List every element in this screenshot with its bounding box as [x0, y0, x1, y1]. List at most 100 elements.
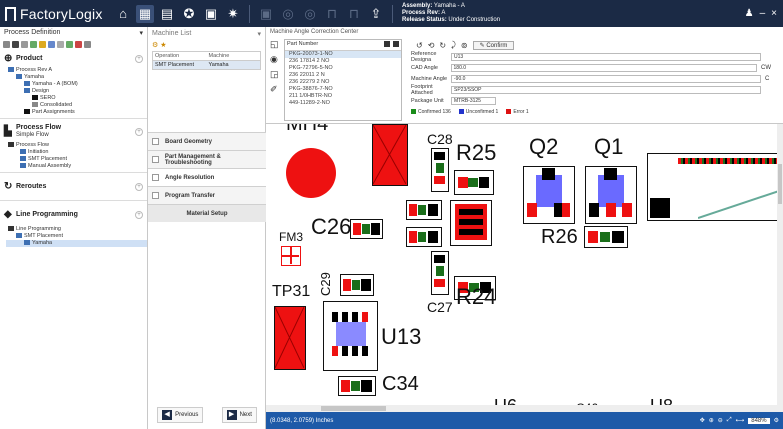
next-button[interactable]: ▶ Next: [221, 407, 257, 423]
part-number-list[interactable]: Part Number PKG-20073-1-NO 236 17814 2 N…: [284, 39, 402, 121]
pin-tool-icon[interactable]: ✐: [270, 84, 282, 95]
flip-icon[interactable]: ⤸: [451, 40, 456, 50]
rotate-cw-icon[interactable]: ↻: [439, 41, 446, 50]
link-icon[interactable]: [57, 41, 64, 48]
save-icon[interactable]: ▣: [257, 5, 275, 23]
list-item[interactable]: 236 17814 2 NO: [285, 58, 401, 65]
measure-icon[interactable]: ⟷: [736, 417, 745, 424]
select-icon[interactable]: ◱: [270, 39, 282, 50]
previous-button[interactable]: ◀ Previous: [157, 407, 204, 423]
check-icon[interactable]: [30, 41, 37, 48]
r26-component[interactable]: [584, 226, 628, 248]
step-part-management[interactable]: Part Management & Troubleshooting: [148, 150, 266, 168]
board-canvas[interactable]: MH4 C28 R25 Q2 Q1 C26 R26 FM3 C27 R24 C2…: [266, 124, 783, 412]
tree-item[interactable]: Process Rev A: [6, 67, 147, 74]
close-icon[interactable]: ×: [771, 8, 777, 19]
document-icon[interactable]: ▤: [158, 5, 176, 23]
package-unit-field[interactable]: MTRB-3125: [451, 96, 496, 105]
step-checkbox[interactable]: [152, 138, 159, 145]
report-icon[interactable]: ▣: [202, 5, 220, 23]
add-icon[interactable]: [12, 41, 19, 48]
zoom-out-icon[interactable]: ⊖: [718, 417, 723, 424]
settings-icon[interactable]: [84, 41, 91, 48]
c27-component[interactable]: [431, 251, 449, 295]
mh4-pad[interactable]: [286, 148, 336, 198]
record-icon[interactable]: ◎: [301, 5, 319, 23]
c28-component[interactable]: [431, 148, 449, 192]
pan-icon[interactable]: ✥: [700, 417, 705, 424]
pin-icon[interactable]: ▾: [139, 29, 143, 37]
tree-item[interactable]: Manual Assembly: [6, 163, 147, 170]
line-programming-section[interactable]: ◆ Line Programming +: [0, 203, 147, 226]
horizontal-scrollbar[interactable]: [266, 405, 783, 412]
list-item[interactable]: PKG-38876-7-NO: [285, 86, 401, 93]
step-material-setup[interactable]: Material Setup: [148, 204, 266, 222]
connector-component[interactable]: [647, 153, 783, 221]
remove-icon[interactable]: [21, 41, 28, 48]
tree-item[interactable]: Yamaha - A (BOM): [6, 81, 147, 88]
resistor-array-component[interactable]: [450, 200, 492, 246]
gear-icon[interactable]: ✷: [224, 5, 242, 23]
minimize-icon[interactable]: –: [760, 8, 766, 19]
capacitor-component[interactable]: [406, 200, 442, 220]
confirm-button[interactable]: ✎ Confirm: [472, 40, 515, 50]
list-item[interactable]: 236 22011 2 N: [285, 72, 401, 79]
c29-component[interactable]: [340, 274, 374, 296]
fm3-fiducial[interactable]: [281, 246, 301, 266]
star-icon[interactable]: ★: [160, 42, 166, 49]
component-x-top[interactable]: [372, 124, 408, 186]
reroutes-section[interactable]: ↻ Reroutes +: [0, 175, 147, 198]
refresh-icon[interactable]: [3, 41, 10, 48]
rotate-180-icon[interactable]: ⟲: [428, 41, 435, 50]
q2-component[interactable]: [523, 166, 575, 224]
warning-icon[interactable]: [39, 41, 46, 48]
lock-icon[interactable]: ⊓: [323, 5, 341, 23]
list-item[interactable]: 236 22279 2 NO: [285, 79, 401, 86]
target-icon[interactable]: ◉: [270, 54, 282, 65]
upload-icon[interactable]: ⇪: [367, 5, 385, 23]
step-angle-resolution[interactable]: Angle Resolution: [148, 168, 266, 186]
reference-designator-field[interactable]: U13: [451, 52, 761, 61]
vertical-scrollbar[interactable]: [777, 124, 783, 412]
machine-angle-field[interactable]: -90.0: [451, 74, 761, 83]
tools-icon[interactable]: ✪: [180, 5, 198, 23]
cad-angle-field[interactable]: 180.0: [450, 63, 757, 72]
tree-item[interactable]: Initiation: [6, 149, 147, 156]
add-machine-icon[interactable]: ⚙: [152, 42, 158, 49]
tp31-pad[interactable]: [274, 306, 306, 370]
r25-component[interactable]: [454, 170, 494, 195]
user-icon[interactable]: ♟: [745, 8, 754, 19]
expand-icon[interactable]: [393, 41, 399, 47]
reroutes-add-button[interactable]: +: [135, 182, 143, 191]
rotate-ccw-icon[interactable]: ↺: [416, 41, 423, 50]
tree-item[interactable]: Line Programming: [6, 226, 147, 233]
tree-item[interactable]: Design: [6, 88, 147, 95]
table-row[interactable]: SMT Placement Yamaha: [153, 61, 260, 69]
tree-item[interactable]: Consolidated: [6, 102, 147, 109]
tree-item[interactable]: Part Assignments: [6, 109, 147, 116]
target-icon[interactable]: ⊚: [461, 41, 468, 50]
tree-item[interactable]: SERO: [6, 95, 147, 102]
step-checkbox[interactable]: [152, 156, 159, 163]
step-board-geometry[interactable]: Board Geometry: [148, 132, 266, 150]
line-programming-add-button[interactable]: +: [135, 210, 143, 219]
tree-item[interactable]: Process Flow: [6, 142, 147, 149]
product-add-button[interactable]: +: [135, 54, 143, 63]
layout-icon[interactable]: ◲: [270, 69, 282, 80]
product-section[interactable]: ⊕ Product +: [0, 50, 147, 67]
tree-item[interactable]: SMT Placement: [6, 156, 147, 163]
c26-component[interactable]: [350, 219, 383, 239]
collapse-icon[interactable]: [384, 41, 390, 47]
tree-item[interactable]: Yamaha: [6, 74, 147, 81]
list-item[interactable]: 449-11289-2-NO: [285, 100, 401, 107]
footprint-field[interactable]: SP23/SSOP: [451, 85, 761, 94]
list-item[interactable]: PKG-72796-5-NO: [285, 65, 401, 72]
red-icon[interactable]: [75, 41, 82, 48]
u13-component[interactable]: [323, 301, 378, 371]
list-item[interactable]: PKG-20073-1-NO: [285, 51, 401, 58]
fit-icon[interactable]: ⤢: [727, 417, 732, 424]
settings-icon[interactable]: ⚙: [774, 417, 779, 424]
tree-item-selected[interactable]: Yamaha: [6, 240, 147, 247]
process-flow-add-button[interactable]: +: [135, 127, 143, 136]
circle-icon[interactable]: ◎: [279, 5, 297, 23]
